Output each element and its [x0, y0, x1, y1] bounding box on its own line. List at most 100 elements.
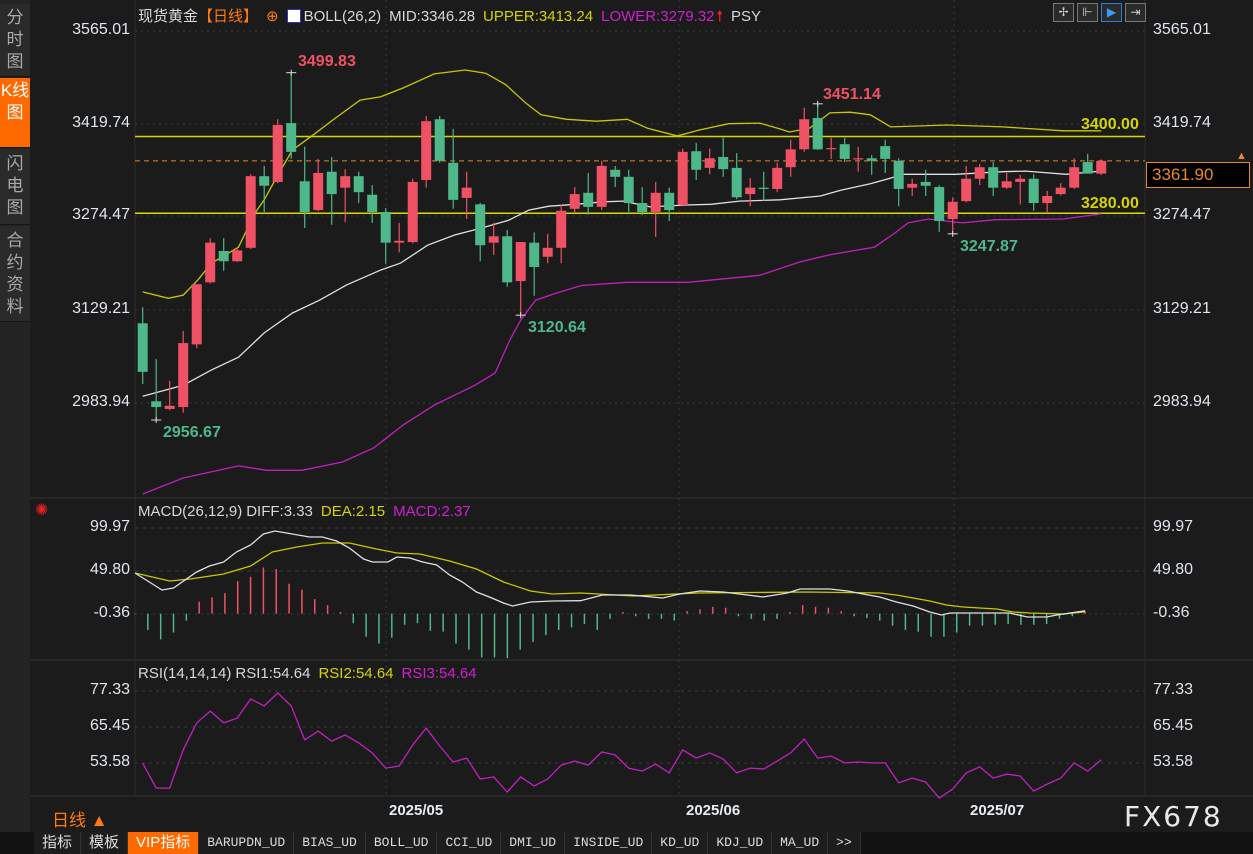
candle-body: [137, 323, 148, 372]
candle: [475, 203, 486, 262]
candle-body: [826, 148, 837, 150]
indicator-icon[interactable]: [286, 9, 301, 23]
candle: [1028, 174, 1039, 211]
candle-body: [1028, 178, 1039, 204]
candle: [434, 116, 445, 163]
rsi-axis-label: 77.33: [89, 681, 130, 698]
period-selector[interactable]: 日线 ▲: [52, 806, 108, 831]
candle: [880, 139, 891, 173]
tab-cci[interactable]: CCI_UD: [437, 832, 502, 854]
macd-axis-label: 99.97: [89, 518, 130, 535]
tab-boll[interactable]: BOLL_UD: [365, 832, 438, 854]
candle: [610, 165, 621, 188]
candle-body: [380, 211, 391, 243]
tab-kdj[interactable]: KDJ_UD: [708, 832, 773, 854]
candle: [961, 165, 972, 203]
dea-line: [134, 542, 1086, 615]
last-price-arrow-icon: ▲: [1236, 150, 1247, 162]
tab-bias[interactable]: BIAS_UD: [294, 832, 366, 854]
candle-body: [448, 162, 459, 200]
tab-templates[interactable]: 模板: [81, 832, 129, 854]
candle-body: [961, 178, 972, 202]
candle-body: [934, 187, 945, 221]
range-icon[interactable]: ⊩: [1077, 3, 1098, 22]
candle: [623, 169, 634, 212]
candle-body: [529, 242, 540, 267]
target-icon[interactable]: ⊕: [266, 8, 279, 25]
candle: [380, 208, 391, 264]
macd-title[interactable]: MACD(26,12,9): [138, 503, 242, 520]
candle-body: [785, 149, 796, 168]
rsi-title[interactable]: RSI(14,14,14): [138, 665, 231, 682]
right-axis-label: 3419.74: [1153, 114, 1211, 131]
tab-indicators[interactable]: 指标: [34, 832, 82, 854]
candle: [502, 229, 513, 287]
tab-more[interactable]: >>: [828, 832, 861, 854]
psy-label[interactable]: PSY: [731, 8, 761, 25]
play-cursor-icon[interactable]: ▶: [1101, 3, 1122, 22]
tab-dmi[interactable]: DMI_UD: [501, 832, 566, 854]
candle: [637, 187, 648, 216]
macd-header: MACD(26,12,9) DIFF:3.33 DEA:2.15 MACD:2.37: [138, 503, 479, 520]
candle-body: [1082, 162, 1093, 174]
candle-body: [974, 167, 985, 179]
candle-body: [691, 151, 702, 170]
tab-barupdn[interactable]: BARUPDN_UD: [199, 832, 295, 854]
date-label: 2025/07: [970, 802, 1025, 819]
rsi-axis-label: 77.33: [1153, 681, 1194, 698]
candle: [151, 359, 162, 420]
candle-body: [502, 236, 513, 283]
arrow-up-icon[interactable]: 🠕: [717, 8, 723, 25]
candle-body: [839, 144, 850, 159]
candle-body: [367, 194, 378, 212]
macd-axis-label: 49.80: [89, 561, 130, 578]
candle-body: [394, 240, 405, 243]
candle: [515, 242, 526, 316]
candle: [542, 233, 553, 264]
date-label: 2025/06: [686, 802, 741, 819]
candle-body: [947, 201, 958, 220]
candle-body: [340, 176, 351, 188]
candle-body: [758, 187, 769, 189]
low-annotation-3: 3247.87: [960, 238, 1018, 255]
candle: [326, 156, 337, 225]
candle-body: [637, 203, 648, 212]
rsi-line: [142, 691, 1102, 799]
candle: [218, 238, 229, 271]
candle: [758, 171, 769, 202]
candle: [556, 204, 567, 264]
rsi3-value: RSI3:54.64: [401, 665, 477, 682]
left-axis-label: 3419.74: [72, 114, 130, 131]
candle: [367, 185, 378, 223]
tab-inside[interactable]: INSIDE_UD: [565, 832, 653, 854]
candle: [1042, 190, 1053, 214]
candle: [691, 142, 702, 181]
tab-ma[interactable]: MA_UD: [772, 832, 829, 854]
chart-canvas[interactable]: [0, 0, 1253, 832]
level-label-3400: 3400.00: [1081, 116, 1139, 133]
tab-kd[interactable]: KD_UD: [652, 832, 709, 854]
boll-lower: LOWER:3279.32: [601, 8, 715, 25]
candle: [934, 185, 945, 232]
candle-body: [893, 160, 904, 189]
tab-bar-spacer: [0, 832, 34, 854]
fx678-logo: FX678: [1124, 800, 1223, 833]
candle-body: [461, 187, 472, 198]
candle: [812, 103, 823, 150]
candle: [677, 148, 688, 207]
boll-label[interactable]: BOLL(26,2): [304, 8, 382, 25]
tab-vip-indicators[interactable]: VIP指标: [128, 832, 200, 854]
move-right-icon[interactable]: ⇥: [1125, 3, 1146, 22]
macd-diff: DIFF:3.33: [246, 503, 313, 520]
candle: [286, 72, 297, 159]
alert-icon[interactable]: ✺: [35, 500, 48, 520]
level-label-3280: 3280.00: [1081, 195, 1139, 212]
candle-body: [164, 405, 175, 409]
candle-body: [812, 117, 823, 150]
right-axis-label: 3565.01: [1153, 21, 1211, 38]
rsi-header: RSI(14,14,14) RSI1:54.64 RSI2:54.64 RSI3:54…: [138, 665, 485, 682]
candle: [988, 162, 999, 196]
crosshair-icon[interactable]: ✢: [1053, 3, 1074, 22]
candle-body: [191, 284, 202, 345]
candle-body: [853, 158, 864, 160]
